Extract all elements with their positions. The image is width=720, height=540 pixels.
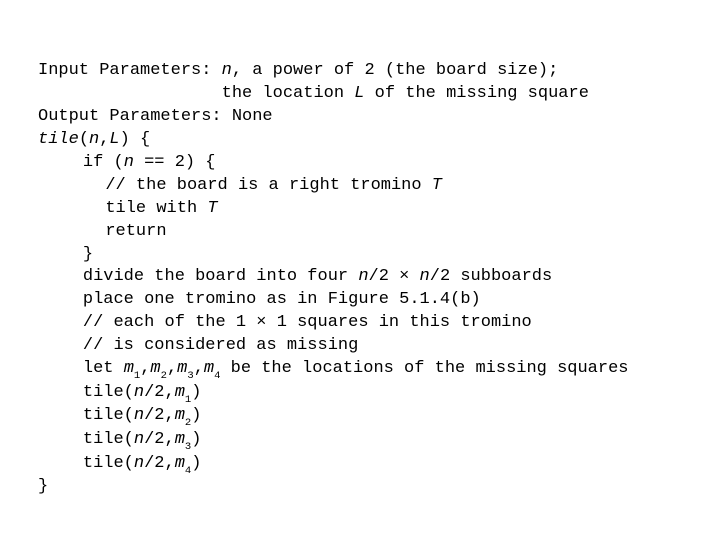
line-tile-call-2: tile(n/2,m2) (38, 405, 690, 429)
text: tile( (83, 430, 134, 449)
text: of the missing square (364, 84, 588, 103)
text: tile( (83, 383, 134, 402)
subscript: 4 (185, 465, 191, 477)
text: place one tromino as in Figure 5.1.4(b) (83, 290, 481, 309)
text: divide the board into four (83, 267, 358, 286)
var-n: n (134, 430, 144, 449)
text: ) (191, 406, 201, 425)
text: /2 subboards (430, 267, 552, 286)
text: let (83, 359, 124, 378)
text: /2, (144, 430, 175, 449)
text: Output Parameters: None (38, 107, 273, 126)
line-input-params-2: the location L of the missing square (38, 83, 690, 106)
text: , (140, 359, 150, 378)
var-n: n (134, 406, 144, 425)
var-m: m (204, 359, 214, 378)
var-m: m (150, 359, 160, 378)
line-comment-2: // each of the 1 × 1 squares in this tro… (38, 312, 690, 335)
text: ) (191, 454, 201, 473)
text: be the locations of the missing squares (220, 359, 628, 378)
text: Input Parameters: (38, 61, 222, 80)
var-t: T (207, 199, 217, 218)
var-n: n (134, 383, 144, 402)
func-name: tile (38, 130, 79, 149)
text: /2, (144, 406, 175, 425)
subscript: 3 (185, 441, 191, 453)
text: /2, (144, 454, 175, 473)
text: tile with (105, 199, 207, 218)
text: ) (191, 430, 201, 449)
var-n: n (222, 61, 232, 80)
var-m: m (175, 406, 185, 425)
pseudocode-block: Input Parameters: n, a power of 2 (the b… (0, 0, 720, 499)
var-l: L (109, 130, 119, 149)
line-input-params: Input Parameters: n, a power of 2 (the b… (38, 60, 690, 83)
var-m: m (175, 454, 185, 473)
var-n: n (358, 267, 368, 286)
subscript: 4 (214, 370, 220, 382)
line-tile-call-1: tile(n/2,m1) (38, 382, 690, 406)
text: , (167, 359, 177, 378)
text: // is considered as missing (83, 336, 358, 355)
line-close-brace: } (38, 244, 690, 267)
text: ( (79, 130, 89, 149)
text: } (38, 477, 48, 496)
line-comment-3: // is considered as missing (38, 335, 690, 358)
var-n: n (124, 153, 134, 172)
line-tile-call-3: tile(n/2,m3) (38, 429, 690, 453)
text: tile( (83, 454, 134, 473)
text: == 2) { (134, 153, 216, 172)
line-if: if (n == 2) { (38, 152, 690, 175)
text: if ( (83, 153, 124, 172)
text: return (105, 222, 166, 241)
subscript: 1 (185, 394, 191, 406)
text: , a power of 2 (the board size); (232, 61, 558, 80)
subscript: 3 (187, 370, 193, 382)
line-divide: divide the board into four n/2 × n/2 sub… (38, 266, 690, 289)
line-func-decl: tile(n,L) { (38, 129, 690, 152)
var-m: m (177, 359, 187, 378)
text: tile( (83, 406, 134, 425)
line-return: return (38, 221, 690, 244)
text: the location (222, 84, 355, 103)
line-close-brace-outer: } (38, 476, 690, 499)
text: } (83, 245, 93, 264)
subscript: 2 (161, 370, 167, 382)
text: // the board is a right tromino (105, 176, 431, 195)
text: ) { (120, 130, 151, 149)
subscript: 1 (134, 370, 140, 382)
var-m: m (124, 359, 134, 378)
text: /2 × (369, 267, 420, 286)
line-place: place one tromino as in Figure 5.1.4(b) (38, 289, 690, 312)
text: // each of the 1 × 1 squares in this tro… (83, 313, 532, 332)
var-l: L (354, 84, 364, 103)
text: ) (191, 383, 201, 402)
text: , (194, 359, 204, 378)
line-comment: // the board is a right tromino T (38, 175, 690, 198)
line-let: let m1,m2,m3,m4 be the locations of the … (38, 358, 690, 382)
var-m: m (175, 430, 185, 449)
var-n: n (420, 267, 430, 286)
line-tile-call-4: tile(n/2,m4) (38, 453, 690, 477)
line-output-params: Output Parameters: None (38, 106, 690, 129)
text: , (99, 130, 109, 149)
var-m: m (175, 383, 185, 402)
var-n: n (89, 130, 99, 149)
var-n: n (134, 454, 144, 473)
var-t: T (432, 176, 442, 195)
line-tile-with: tile with T (38, 198, 690, 221)
text: /2, (144, 383, 175, 402)
subscript: 2 (185, 417, 191, 429)
